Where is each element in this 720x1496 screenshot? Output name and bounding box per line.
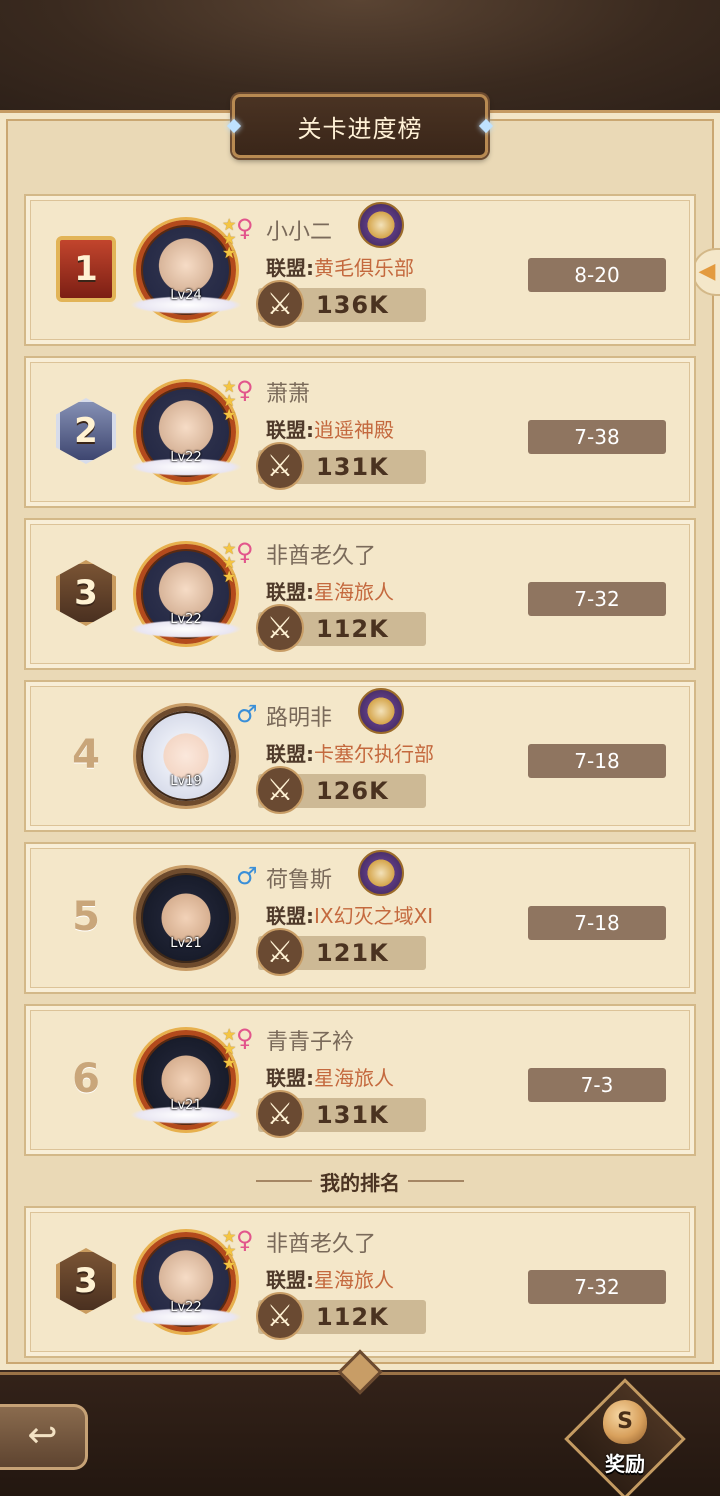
female-icon: ♀ — [236, 214, 254, 242]
stars-icon: ★ ★ ★ — [222, 377, 237, 424]
stars-icon: ★ ★ ★ — [222, 1025, 237, 1072]
alliance-name: 星海旅人 — [314, 1066, 394, 1090]
guild-emblem-icon — [358, 202, 404, 248]
stage-progress: 7-32 — [528, 1270, 666, 1304]
alliance-name: 星海旅人 — [314, 580, 394, 604]
rank-row-2[interactable]: 2 Lv22 ★ ★ ★ ♀ 萧萧 联盟:逍遥神殿 ⚔ 131K 7-38 — [24, 356, 696, 508]
player-name: 路明非 — [266, 706, 333, 731]
male-icon: ♂ — [236, 700, 258, 728]
rank-row-6[interactable]: 6 Lv21 ★ ★ ★ ♀ 青青子衿 联盟:星海旅人 ⚔ 131K 7-3 — [24, 1004, 696, 1156]
sword-icon: ⚔ — [256, 1090, 304, 1138]
sword-icon: ⚔ — [256, 1292, 304, 1340]
female-icon: ♀ — [236, 538, 254, 566]
alliance-name: 黄毛俱乐部 — [314, 256, 414, 280]
guild-emblem-icon — [358, 850, 404, 896]
alliance-label: 联盟: — [266, 580, 314, 604]
rank-row-5[interactable]: 5 Lv21 ♂ 荷鲁斯 联盟:IX幻灭之域XI ⚔ 121K 7-18 — [24, 842, 696, 994]
alliance-label: 联盟: — [266, 904, 314, 928]
alliance-info: 联盟:星海旅人 — [266, 1264, 394, 1293]
player-name: 荷鲁斯 — [266, 868, 333, 893]
level-label: Lv21 — [170, 1098, 202, 1113]
stage-progress: 7-32 — [528, 582, 666, 616]
money-bag-icon[interactable]: S — [603, 1400, 647, 1444]
guild-emblem-icon — [358, 688, 404, 734]
page-title: 关卡进度榜 — [297, 114, 423, 143]
power-value: 121K — [316, 939, 389, 967]
level-label: Lv22 — [170, 450, 202, 465]
level-label: Lv21 — [170, 936, 202, 951]
rank-number: 5 — [72, 894, 100, 940]
alliance-info: 联盟:卡塞尔执行部 — [266, 738, 434, 767]
divider — [408, 1180, 464, 1182]
back-button[interactable]: ↩ — [0, 1404, 88, 1470]
alliance-info: 联盟:星海旅人 — [266, 1062, 394, 1091]
sword-icon: ⚔ — [256, 280, 304, 328]
female-icon: ♀ — [236, 1024, 254, 1052]
alliance-info: 联盟:逍遥神殿 — [266, 414, 394, 443]
level-label: Lv19 — [170, 774, 202, 789]
my-rank-header: 我的排名 — [244, 1166, 476, 1196]
rank-number: 4 — [72, 732, 100, 778]
level-label: Lv22 — [170, 612, 202, 627]
power-value: 112K — [316, 615, 389, 643]
power-value: 131K — [316, 453, 389, 481]
player-name: 青青子衿 — [266, 1030, 355, 1055]
avatar[interactable] — [136, 706, 236, 806]
stage-progress: 8-20 — [528, 258, 666, 292]
my-rank-label: 我的排名 — [320, 1170, 400, 1195]
alliance-info: 联盟:星海旅人 — [266, 576, 394, 605]
power-value: 136K — [316, 291, 389, 319]
power-value: 112K — [316, 1303, 389, 1331]
alliance-label: 联盟: — [266, 256, 314, 280]
alliance-label: 联盟: — [266, 1066, 314, 1090]
sword-icon: ⚔ — [256, 766, 304, 814]
my-rank-row[interactable]: 3 Lv22 ★ ★ ★ ♀ 非酋老久了 联盟:星海旅人 ⚔ 112K 7-32 — [24, 1206, 696, 1358]
sword-icon: ⚔ — [256, 928, 304, 976]
female-icon: ♀ — [236, 376, 254, 404]
sword-icon: ⚔ — [256, 442, 304, 490]
rank-row-1[interactable]: 1 Lv24 ★ ★ ★ ♀ 小小二 联盟:黄毛俱乐部 ⚔ 136K 8-20 — [24, 194, 696, 346]
stage-progress: 7-3 — [528, 1068, 666, 1102]
player-name: 小小二 — [266, 220, 333, 245]
stage-progress: 7-38 — [528, 420, 666, 454]
sword-icon: ⚔ — [256, 604, 304, 652]
alliance-name: IX幻灭之域XI — [314, 904, 434, 928]
stage-progress: 7-18 — [528, 906, 666, 940]
power-value: 131K — [316, 1101, 389, 1129]
male-icon: ♂ — [236, 862, 258, 890]
alliance-name: 星海旅人 — [314, 1268, 394, 1292]
rank-badge-silver: 2 — [56, 398, 116, 464]
player-name: 非酋老久了 — [266, 1232, 377, 1257]
alliance-label: 联盟: — [266, 1268, 314, 1292]
rank-badge-bronze: 3 — [56, 1248, 116, 1314]
reward-label[interactable]: 奖励 — [590, 1448, 660, 1477]
alliance-info: 联盟:黄毛俱乐部 — [266, 252, 414, 281]
avatar[interactable] — [136, 868, 236, 968]
stars-icon: ★ ★ ★ — [222, 1227, 237, 1274]
alliance-name: 逍遥神殿 — [314, 418, 394, 442]
rank-badge-gold: 1 — [56, 236, 116, 302]
rank-row-3[interactable]: 3 Lv22 ★ ★ ★ ♀ 非酋老久了 联盟:星海旅人 ⚔ 112K 7-32 — [24, 518, 696, 670]
player-name: 非酋老久了 — [266, 544, 377, 569]
level-label: Lv24 — [170, 288, 202, 303]
title-banner: 关卡进度榜 — [226, 94, 494, 158]
rank-badge-bronze: 3 — [56, 560, 116, 626]
stage-progress: 7-18 — [528, 744, 666, 778]
rank-number: 6 — [72, 1056, 100, 1102]
player-name: 萧萧 — [266, 382, 311, 407]
stars-icon: ★ ★ ★ — [222, 215, 237, 262]
level-label: Lv22 — [170, 1300, 202, 1315]
stars-icon: ★ ★ ★ — [222, 539, 237, 586]
rank-row-4[interactable]: 4 Lv19 ♂ 路明非 联盟:卡塞尔执行部 ⚔ 126K 7-18 — [24, 680, 696, 832]
power-value: 126K — [316, 777, 389, 805]
alliance-name: 卡塞尔执行部 — [314, 742, 434, 766]
female-icon: ♀ — [236, 1226, 254, 1254]
alliance-label: 联盟: — [266, 742, 314, 766]
alliance-label: 联盟: — [266, 418, 314, 442]
alliance-info: 联盟:IX幻灭之域XI — [266, 900, 433, 929]
divider — [256, 1180, 312, 1182]
